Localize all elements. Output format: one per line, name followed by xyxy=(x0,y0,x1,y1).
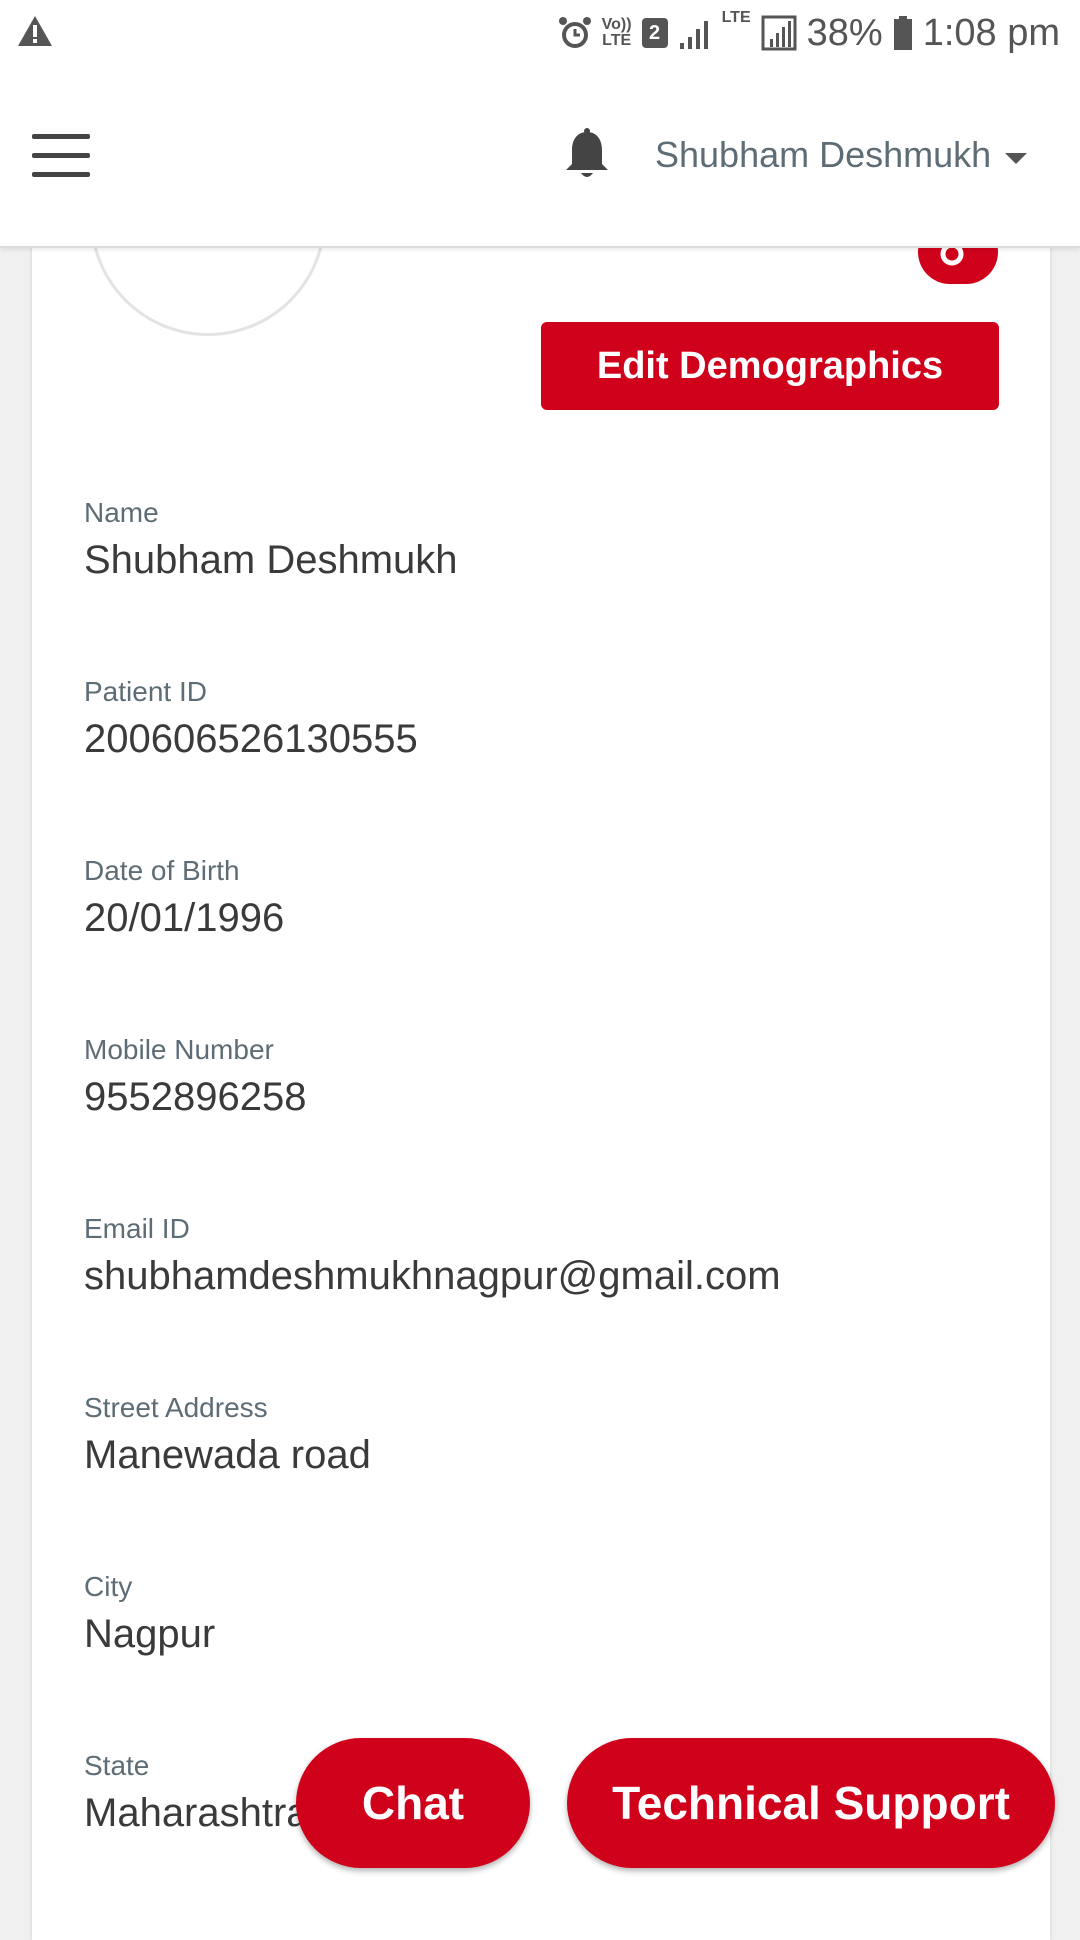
field-value: Manewada road xyxy=(84,1433,371,1477)
user-name: Shubham Deshmukh xyxy=(655,134,992,175)
field-value: 9552896258 xyxy=(84,1075,307,1119)
sim-badge: 2 xyxy=(641,18,668,48)
field-email: Email ID shubhamdeshmukhnagpur@gmail.com xyxy=(84,1212,781,1302)
field-name: Name Shubham Deshmukh xyxy=(84,496,458,586)
field-state: State Maharashtra xyxy=(84,1749,309,1839)
field-label: Email ID xyxy=(84,1213,190,1244)
volte-indicator: Vo)) LTE xyxy=(601,16,632,49)
field-label: Name xyxy=(84,497,159,528)
chat-button[interactable]: Chat xyxy=(296,1738,530,1868)
technical-support-button[interactable]: Technical Support xyxy=(567,1738,1055,1868)
app-header: Shubham Deshmukh xyxy=(0,66,1080,248)
field-mobile-number: Mobile Number 9552896258 xyxy=(84,1033,306,1123)
field-label: City xyxy=(84,1571,133,1602)
field-city: City Nagpur xyxy=(84,1570,215,1660)
signal-icon xyxy=(679,21,708,49)
field-value: 20/01/1996 xyxy=(84,896,285,940)
warning-icon xyxy=(18,16,52,46)
field-patient-id: Patient ID 200606526130555 xyxy=(84,675,418,765)
field-value: Maharashtra xyxy=(84,1791,309,1835)
field-value: Nagpur xyxy=(84,1612,216,1656)
lte-label: LTE xyxy=(721,9,751,26)
field-label: Mobile Number xyxy=(84,1034,274,1065)
edit-demographics-button[interactable]: Edit Demographics xyxy=(541,322,999,410)
field-label: Patient ID xyxy=(84,676,207,707)
battery-icon xyxy=(893,16,912,50)
field-street-address: Street Address Manewada road xyxy=(84,1391,371,1481)
field-date-of-birth: Date of Birth 20/01/1996 xyxy=(84,854,284,944)
battery-percent: 38% xyxy=(806,11,883,54)
field-label: State xyxy=(84,1750,150,1781)
caret-down-icon xyxy=(1005,152,1028,164)
field-value: shubhamdeshmukhnagpur@gmail.com xyxy=(84,1254,781,1298)
status-icons: Vo)) LTE 2 LTE 38% 1:08 pm xyxy=(558,8,1060,58)
profile-card: Edit Demographics Name Shubham Deshmukh … xyxy=(32,100,1050,1940)
bell-icon[interactable] xyxy=(562,128,612,182)
clock: 1:08 pm xyxy=(922,11,1060,54)
status-bar: Vo)) LTE 2 LTE 38% 1:08 pm xyxy=(0,0,1080,66)
user-menu[interactable]: Shubham Deshmukh xyxy=(655,130,1028,180)
signal-strength-icon xyxy=(761,15,797,51)
field-label: Date of Birth xyxy=(84,855,240,886)
alarm-icon xyxy=(558,17,591,48)
menu-icon[interactable] xyxy=(32,134,92,178)
field-value: 200606526130555 xyxy=(84,717,418,761)
field-value: Shubham Deshmukh xyxy=(84,538,458,582)
field-label: Street Address xyxy=(84,1392,268,1423)
